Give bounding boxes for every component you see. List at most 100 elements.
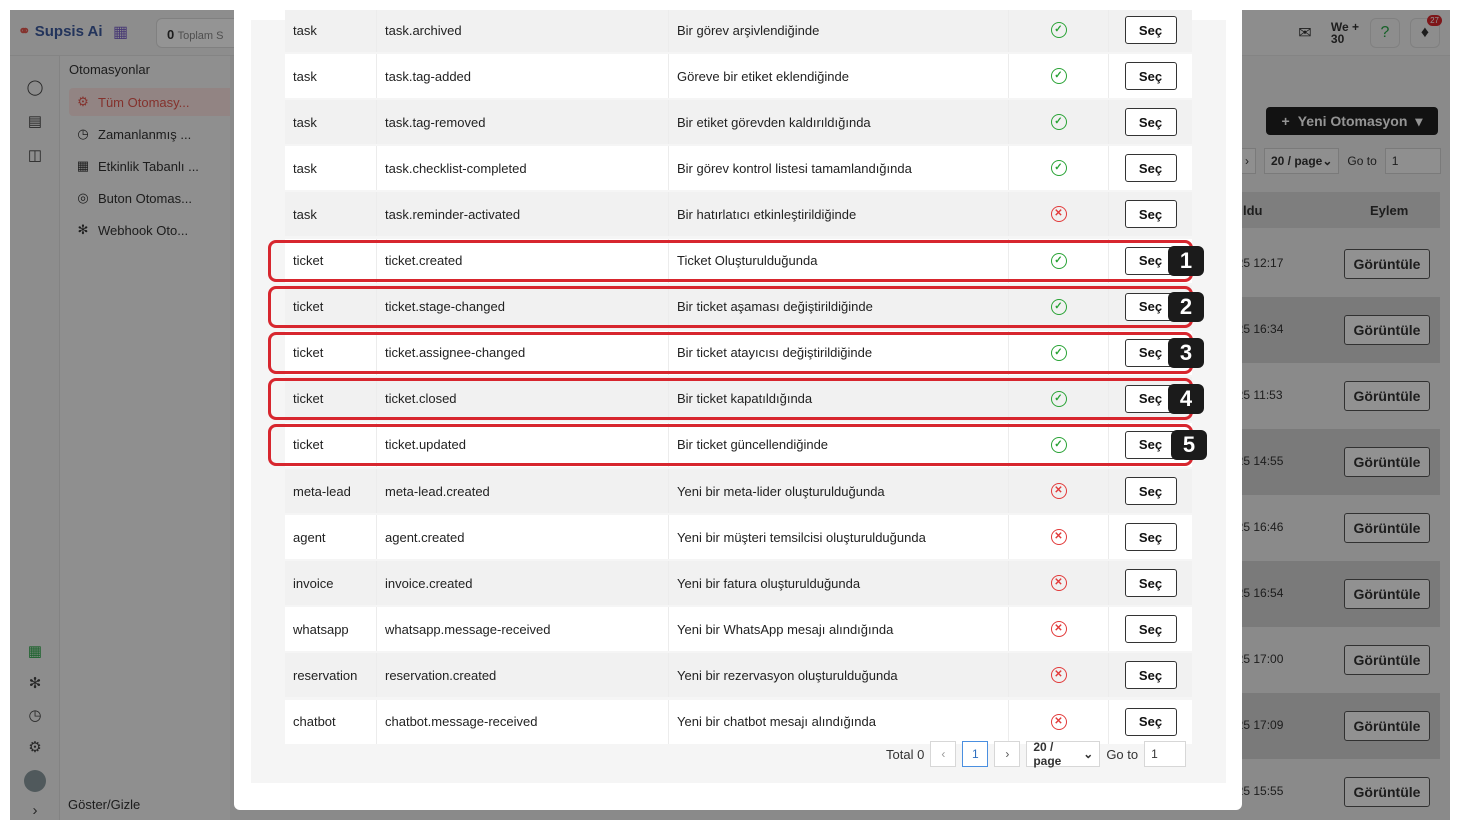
event-status: ✓: [1009, 54, 1109, 99]
event-key: task.reminder-activated: [377, 192, 669, 237]
current-page: 1: [971, 747, 979, 761]
event-row: task task.reminder-activated Bir hatırlatı…: [285, 192, 1192, 237]
select-button[interactable]: Seç: [1124, 615, 1177, 644]
annotation-number: 3: [1168, 337, 1204, 368]
event-key: task.archived: [377, 10, 669, 52]
event-description: Yeni bir WhatsApp mesajı alındığında: [669, 607, 1009, 652]
select-button[interactable]: Seç: [1124, 707, 1177, 736]
goto-input[interactable]: 1: [1144, 741, 1187, 767]
select-button[interactable]: Seç: [1124, 154, 1177, 183]
x-circle-icon: ✕: [1050, 206, 1067, 223]
select-button[interactable]: Seç: [1124, 62, 1177, 91]
prev-page-button[interactable]: ‹: [930, 741, 957, 767]
x-circle-icon: ✕: [1050, 713, 1067, 730]
annotation-number: 1: [1168, 245, 1204, 276]
event-status: ✕: [1009, 192, 1109, 237]
event-status: ✕: [1009, 699, 1109, 744]
event-status: ✓: [1009, 100, 1109, 145]
event-description: Göreve bir etiket eklendiğinde: [669, 54, 1009, 99]
event-description: Bir görev arşivlendiğinde: [669, 10, 1009, 52]
event-row: agent agent.created Yeni bir müşteri temsi…: [285, 515, 1192, 560]
check-circle-icon: ✓: [1050, 114, 1067, 131]
event-status: ✕: [1009, 469, 1109, 513]
event-key: task.tag-removed: [377, 100, 669, 145]
event-description: Yeni bir fatura oluşturulduğunda: [669, 561, 1009, 606]
select-button[interactable]: Seç: [1124, 16, 1177, 44]
select-button[interactable]: Seç: [1124, 200, 1177, 229]
event-category: task: [285, 146, 377, 191]
x-circle-icon: ✕: [1050, 483, 1067, 499]
event-key: invoice.created: [377, 561, 669, 606]
app-frame: ⚭ Supsis Ai ▦ 0 Toplam S ✉ We +30 ? ♦ 27 …: [10, 10, 1450, 820]
select-button[interactable]: Seç: [1124, 108, 1177, 137]
select-button[interactable]: Seç: [1124, 661, 1177, 690]
event-action: Seç: [1109, 653, 1192, 697]
event-row: task task.tag-removed Bir etiket görevden …: [285, 100, 1192, 145]
event-action: Seç: [1109, 146, 1192, 190]
event-row: invoice invoice.created Yeni bir fatura ol…: [285, 561, 1192, 606]
x-circle-icon: ✕: [1050, 667, 1067, 684]
event-key: task.tag-added: [377, 54, 669, 99]
annotation-number: 2: [1168, 291, 1204, 322]
event-row: chatbot chatbot.message-received Yeni bir …: [285, 699, 1192, 744]
event-category: task: [285, 100, 377, 145]
event-status: ✓: [1009, 10, 1109, 52]
goto-label: Go to: [1106, 746, 1139, 762]
check-circle-icon: ✓: [1050, 22, 1067, 38]
page-size-value: 20 / page: [1033, 740, 1062, 768]
page-size-select[interactable]: 20 / page ⌄: [1026, 740, 1101, 768]
next-page-button[interactable]: ›: [994, 741, 1021, 767]
select-button[interactable]: Seç: [1124, 523, 1177, 552]
event-description: Bir etiket görevden kaldırıldığında: [669, 100, 1009, 145]
event-row: task task.checklist-completed Bir görev ko…: [285, 146, 1192, 191]
event-action: Seç: [1109, 54, 1192, 98]
highlight-box: [268, 239, 1193, 282]
highlight-box: [268, 377, 1193, 420]
event-category: whatsapp: [285, 607, 377, 652]
event-description: Bir hatırlatıcı etkinleştirildiğinde: [669, 192, 1009, 237]
highlight-box: [268, 423, 1193, 466]
highlight-box: [268, 285, 1193, 328]
event-row: reservation reservation.created Yeni bir r…: [285, 653, 1192, 698]
event-status: ✕: [1009, 653, 1109, 698]
event-key: agent.created: [377, 515, 669, 560]
event-key: reservation.created: [377, 653, 669, 698]
x-circle-icon: ✕: [1050, 621, 1067, 638]
event-action: Seç: [1109, 515, 1192, 559]
event-action: Seç: [1109, 607, 1192, 651]
pagination-total: Total 0: [886, 746, 925, 762]
event-action: Seç: [1109, 469, 1192, 513]
event-key: chatbot.message-received: [377, 699, 669, 744]
event-status: ✕: [1009, 561, 1109, 606]
event-action: Seç: [1109, 700, 1192, 744]
event-category: task: [285, 54, 377, 99]
event-description: Yeni bir müşteri temsilcisi oluşturulduğ…: [669, 515, 1009, 560]
event-action: Seç: [1109, 10, 1192, 52]
event-description: Yeni bir chatbot mesajı alındığında: [669, 699, 1009, 744]
check-circle-icon: ✓: [1050, 68, 1067, 85]
event-description: Yeni bir meta-lider oluşturulduğunda: [669, 469, 1009, 513]
event-category: task: [285, 192, 377, 237]
select-button[interactable]: Seç: [1124, 569, 1177, 598]
event-category: meta-lead: [285, 469, 377, 513]
select-button[interactable]: Seç: [1124, 477, 1177, 505]
event-key: meta-lead.created: [377, 469, 669, 513]
highlight-box: [268, 331, 1193, 374]
check-circle-icon: ✓: [1050, 160, 1067, 177]
event-status: ✕: [1009, 515, 1109, 560]
annotation-number: 5: [1171, 429, 1207, 460]
event-key: task.checklist-completed: [377, 146, 669, 191]
event-row: meta-lead meta-lead.created Yeni bir meta-…: [285, 469, 1192, 513]
event-action: Seç: [1109, 561, 1192, 605]
event-row: task task.tag-added Göreve bir etiket ekle…: [285, 54, 1192, 99]
event-action: Seç: [1109, 192, 1192, 236]
event-description: Yeni bir rezervasyon oluşturulduğunda: [669, 653, 1009, 698]
event-category: chatbot: [285, 699, 377, 744]
event-row: whatsapp whatsapp.message-received Yeni bi…: [285, 607, 1192, 652]
event-category: reservation: [285, 653, 377, 698]
event-row: task task.archived Bir görev arşivlendiğin…: [285, 10, 1192, 52]
current-page-button[interactable]: 1: [962, 741, 989, 767]
event-category: task: [285, 10, 377, 52]
event-status: ✓: [1009, 146, 1109, 191]
event-category: agent: [285, 515, 377, 560]
